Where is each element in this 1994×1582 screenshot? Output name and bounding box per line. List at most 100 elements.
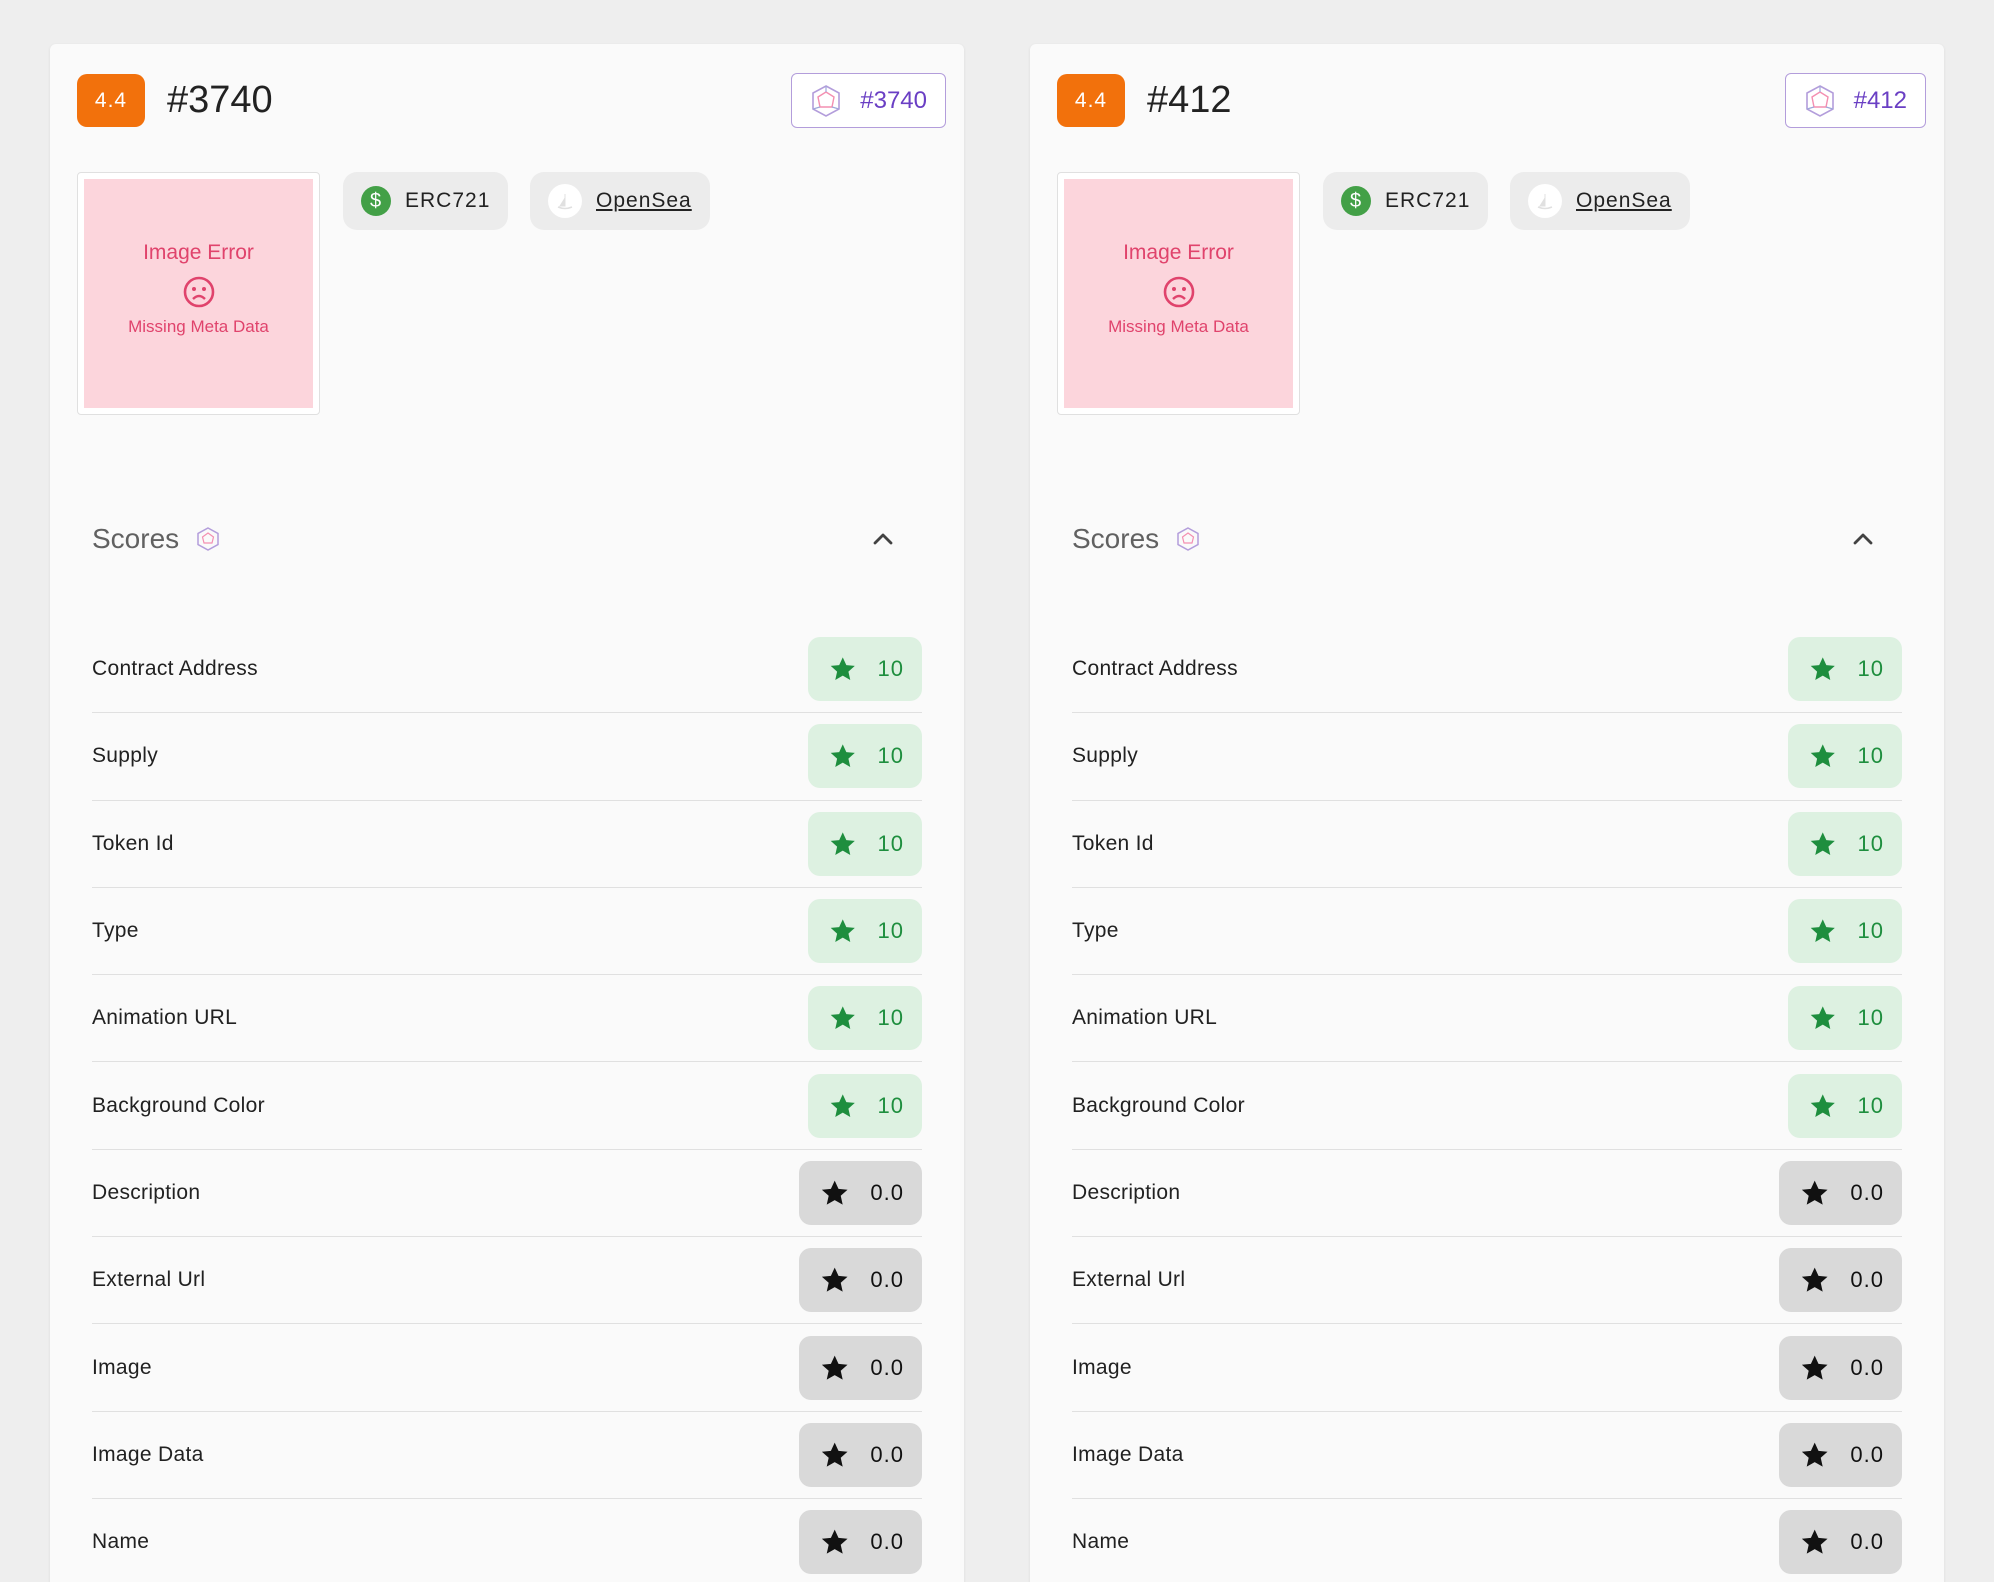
score-row: Image Data 0.0 [1072, 1412, 1902, 1499]
score-badge: 10 [1788, 899, 1902, 964]
score-label: Animation URL [92, 1006, 238, 1030]
standard-label: ERC721 [405, 189, 491, 212]
opensea-link[interactable]: OpenSea [1576, 189, 1672, 213]
score-row: Name 0.0 [92, 1499, 922, 1582]
score-badge: 10 [1788, 986, 1902, 1051]
score-row: Animation URL 10 [92, 975, 922, 1063]
image-error-placeholder: Image Error Missing Meta Data [84, 179, 313, 408]
star-icon [821, 1529, 848, 1554]
opensea-icon [1528, 184, 1562, 218]
score-value: 10 [877, 656, 904, 682]
score-row: Background Color 10 [1072, 1062, 1902, 1150]
score-value: 0.0 [1850, 1267, 1884, 1293]
nft-card: 4.4 #412 #412 Image Error Missing Meta D… [1030, 44, 1944, 1582]
star-icon [1810, 1093, 1835, 1117]
sad-face-icon [183, 276, 214, 308]
score-badge: 0.0 [1779, 1422, 1902, 1487]
score-badge: 0.0 [1779, 1510, 1902, 1575]
polyhedron-icon [1805, 84, 1834, 117]
star-icon [830, 744, 855, 768]
score-badge: 0.0 [799, 1160, 922, 1225]
score-badge: 0.0 [799, 1335, 922, 1400]
score-label: Supply [1072, 744, 1139, 768]
nft-card: 4.4 #3740 #3740 Image Error Missing Meta… [50, 44, 964, 1582]
score-value: 0.0 [1850, 1441, 1884, 1467]
score-badge: 10 [1788, 637, 1902, 702]
polyhedron-icon [1177, 527, 1199, 551]
score-list: Contract Address 10 Supply 10 Token Id 10 T… [92, 626, 922, 1582]
score-row: Description 0.0 [92, 1150, 922, 1238]
score-row: Image 0.0 [1072, 1324, 1902, 1412]
dollar-icon: $ [1341, 186, 1371, 216]
score-value: 0.0 [870, 1441, 904, 1467]
score-badge: 10 [808, 811, 922, 876]
star-icon [830, 919, 855, 942]
score-value: 10 [877, 918, 904, 944]
rating-badge: 4.4 [1057, 74, 1125, 127]
score-value: 0.0 [870, 1179, 904, 1205]
rating-badge: 4.4 [77, 74, 145, 127]
star-icon [1810, 744, 1835, 768]
score-row: Background Color 10 [92, 1062, 922, 1150]
star-icon [830, 832, 855, 855]
score-value: 10 [1857, 1092, 1884, 1118]
marketplace-chip[interactable]: OpenSea [530, 172, 710, 230]
scores-header[interactable]: Scores [92, 514, 938, 564]
score-label: Name [92, 1530, 150, 1554]
token-link-button[interactable]: #412 [1784, 73, 1926, 128]
score-label: Image Data [1072, 1442, 1184, 1466]
score-value: 10 [877, 1005, 904, 1031]
score-row: Type 10 [1072, 888, 1902, 976]
score-row: Type 10 [92, 888, 922, 976]
chevron-up-icon[interactable] [1848, 524, 1878, 554]
image-error-subtitle: Missing Meta Data [128, 317, 269, 336]
marketplace-chip[interactable]: OpenSea [1510, 172, 1690, 230]
standard-chip: $ ERC721 [1323, 172, 1489, 230]
star-icon [821, 1180, 848, 1205]
score-row: External Url 0.0 [92, 1237, 922, 1325]
score-row: Image Data 0.0 [92, 1412, 922, 1499]
opensea-icon [548, 184, 582, 218]
star-icon [1810, 919, 1835, 942]
score-label: Background Color [92, 1093, 265, 1117]
score-label: Description [92, 1180, 201, 1204]
standard-label: ERC721 [1385, 189, 1471, 212]
score-badge: 0.0 [1779, 1335, 1902, 1400]
score-label: Background Color [1072, 1093, 1245, 1117]
score-value: 10 [1857, 918, 1884, 944]
star-icon [830, 1006, 855, 1030]
score-label: Image [1072, 1355, 1132, 1379]
score-value: 10 [1857, 743, 1884, 769]
score-row: Animation URL 10 [1072, 975, 1902, 1063]
polyhedron-icon [197, 527, 219, 551]
score-row: Supply 10 [92, 713, 922, 801]
score-value: 10 [1857, 1005, 1884, 1031]
chevron-up-icon[interactable] [868, 524, 898, 554]
scores-title: Scores [1072, 523, 1160, 554]
star-icon [1801, 1529, 1828, 1554]
score-label: External Url [92, 1268, 206, 1292]
score-row: Contract Address 10 [1072, 626, 1902, 714]
score-value: 10 [877, 830, 904, 856]
score-badge: 10 [808, 899, 922, 964]
score-row: Image 0.0 [92, 1324, 922, 1412]
star-icon [1801, 1267, 1828, 1292]
score-value: 0.0 [1850, 1179, 1884, 1205]
score-badge: 10 [808, 986, 922, 1051]
score-value: 10 [1857, 830, 1884, 856]
score-row: Contract Address 10 [92, 626, 922, 714]
star-icon [1810, 832, 1835, 855]
score-badge: 10 [1788, 811, 1902, 876]
image-error-title: Image Error [143, 241, 254, 264]
star-icon [830, 657, 855, 681]
scores-header[interactable]: Scores [1072, 514, 1918, 564]
star-icon [1801, 1180, 1828, 1205]
scores-title: Scores [92, 523, 180, 554]
token-link-button[interactable]: #3740 [791, 73, 946, 128]
nft-image: Image Error Missing Meta Data [77, 172, 320, 415]
score-label: Type [92, 919, 139, 943]
score-label: External Url [1072, 1268, 1186, 1292]
opensea-link[interactable]: OpenSea [596, 189, 692, 213]
score-badge: 10 [1788, 1073, 1902, 1138]
score-list: Contract Address 10 Supply 10 Token Id 10 T… [1072, 626, 1902, 1582]
